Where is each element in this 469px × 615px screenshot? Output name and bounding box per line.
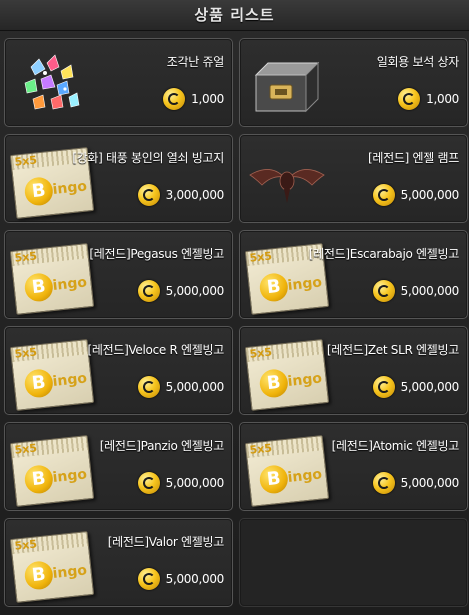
- product-name: 조각난 쥬얼: [166, 55, 225, 69]
- product-card[interactable]: 5x5 B ingo [레전드]Panzio 엔젤빙고 5,000,000: [4, 422, 233, 511]
- product-name: [레전드]Veloce R 엔젤빙고: [87, 343, 224, 357]
- shop-window: 상품 리스트 조각난 쥬얼 1,000 일회용 보석 상자 1,000 5x5 …: [0, 0, 469, 615]
- product-card[interactable]: 5x5 B ingo [레전드]Escarabajo 엔젤빙고 5,000,00…: [239, 230, 468, 319]
- product-card[interactable]: 일회용 보석 상자 1,000: [239, 38, 468, 127]
- product-card[interactable]: 5x5 B ingo [레전드]Atomic 엔젤빙고 5,000,000: [239, 422, 468, 511]
- coin-icon: [137, 472, 160, 494]
- product-name: [레전드] 엔젤 램프: [368, 151, 459, 165]
- product-card[interactable]: 5x5 B ingo [레전드]Valor 엔젤빙고 5,000,000: [4, 518, 233, 607]
- product-name: [레전드]Pegasus 엔젤빙고: [89, 247, 224, 261]
- price-value: 5,000,000: [400, 380, 460, 394]
- product-card[interactable]: 5x5 B ingo [레전드]Veloce R 엔젤빙고 5,000,000: [4, 326, 233, 415]
- product-name: 일회용 보석 상자: [376, 55, 460, 69]
- product-name: [강화] 태풍 봉인의 열쇠 빙고지: [72, 151, 224, 165]
- coin-icon: [372, 280, 395, 302]
- price-value: 5,000,000: [400, 476, 460, 490]
- coin-icon: [137, 280, 160, 302]
- price-value: 5,000,000: [400, 188, 460, 202]
- product-name: [레전드]Escarabajo 엔젤빙고: [308, 247, 459, 261]
- product-price: 5,000,000: [372, 279, 460, 303]
- product-price: 5,000,000: [372, 183, 460, 207]
- product-price: 5,000,000: [137, 279, 225, 303]
- coin-icon: [137, 376, 160, 398]
- product-price: 1,000: [398, 87, 459, 111]
- product-grid: 조각난 쥬얼 1,000 일회용 보석 상자 1,000 5x5 B ingo …: [4, 38, 468, 610]
- product-price: 5,000,000: [137, 375, 225, 399]
- price-value: 5,000,000: [400, 284, 460, 298]
- coin-icon: [137, 184, 160, 206]
- product-price: 1,000: [163, 87, 224, 111]
- product-name: [레전드]Atomic 엔젤빙고: [331, 439, 460, 453]
- window-title: 상품 리스트: [194, 6, 275, 24]
- price-value: 5,000,000: [165, 284, 225, 298]
- title-bar: 상품 리스트: [0, 0, 469, 31]
- product-name: [레전드]Zet SLR 엔젤빙고: [326, 343, 459, 357]
- product-price: 5,000,000: [372, 471, 460, 495]
- product-price: 5,000,000: [137, 471, 225, 495]
- coin-icon: [137, 568, 160, 590]
- coin-icon: [372, 184, 395, 206]
- coin-icon: [398, 88, 421, 110]
- product-card[interactable]: 5x5 B ingo [레전드]Zet SLR 엔젤빙고 5,000,000: [239, 326, 468, 415]
- product-price: 3,000,000: [137, 183, 225, 207]
- price-value: 5,000,000: [165, 380, 225, 394]
- coin-icon: [372, 472, 395, 494]
- product-price: 5,000,000: [372, 375, 460, 399]
- price-value: 1,000: [426, 92, 459, 106]
- product-price: 5,000,000: [137, 567, 225, 591]
- product-card[interactable]: 5x5 B ingo [강화] 태풍 봉인의 열쇠 빙고지 3,000,000: [4, 134, 233, 223]
- coin-icon: [372, 376, 395, 398]
- price-value: 5,000,000: [165, 572, 225, 586]
- product-card[interactable]: [레전드] 엔젤 램프 5,000,000: [239, 134, 468, 223]
- price-value: 5,000,000: [165, 476, 225, 490]
- product-card[interactable]: 5x5 B ingo [레전드]Pegasus 엔젤빙고 5,000,000: [4, 230, 233, 319]
- product-name: [레전드]Panzio 엔젤빙고: [99, 439, 225, 453]
- price-value: 1,000: [191, 92, 224, 106]
- product-card[interactable]: 조각난 쥬얼 1,000: [4, 38, 233, 127]
- empty-slot: [239, 518, 468, 607]
- product-name: [레전드]Valor 엔젤빙고: [107, 535, 225, 549]
- price-value: 3,000,000: [165, 188, 225, 202]
- coin-icon: [163, 88, 186, 110]
